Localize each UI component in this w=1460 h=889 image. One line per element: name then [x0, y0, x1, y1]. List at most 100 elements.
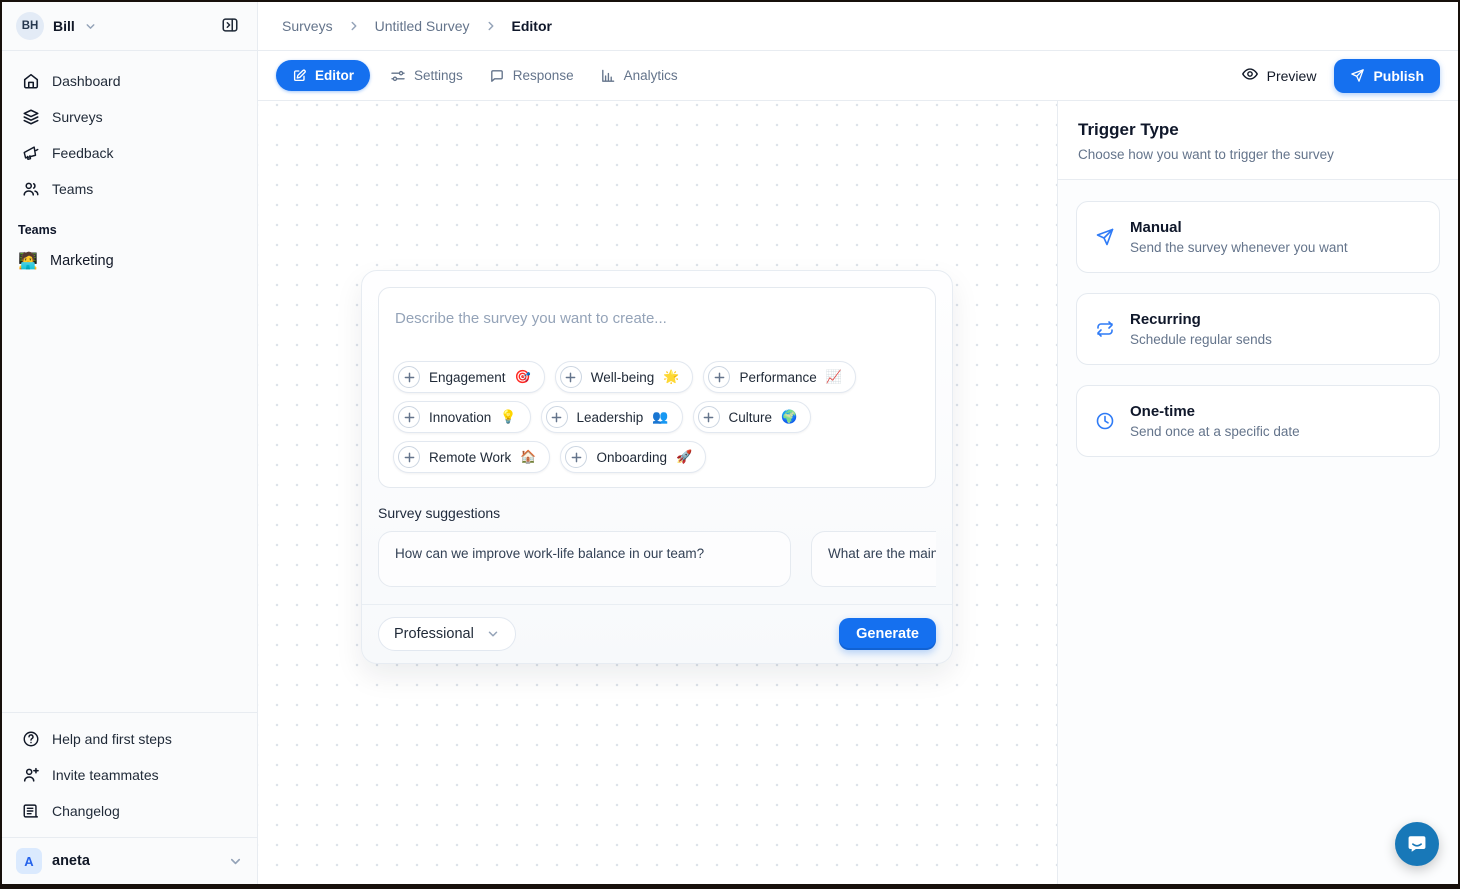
trigger-panel-header: Trigger Type Choose how you want to trig…: [1058, 101, 1458, 180]
sidebar-item-label: Help and first steps: [52, 731, 172, 747]
sidebar-item-label: Teams: [52, 181, 93, 197]
sidebar-item-surveys[interactable]: Surveys: [14, 101, 245, 133]
trigger-option-description: Schedule regular sends: [1130, 332, 1272, 347]
tab-label: Editor: [315, 68, 354, 83]
team-emoji-icon: 🧑‍💻: [18, 251, 38, 271]
topic-chip-leadership[interactable]: Leadership 👥: [541, 401, 683, 433]
sidebar-item-label: Changelog: [52, 803, 120, 819]
chip-emoji: 🏠: [520, 449, 536, 465]
chip-emoji: 🌍: [781, 409, 797, 425]
chip-emoji: 💡: [500, 409, 516, 425]
workspace-switcher[interactable]: BH Bill: [16, 12, 97, 40]
sidebar-item-label: Surveys: [52, 109, 103, 125]
chip-label: Remote Work: [429, 450, 511, 465]
chip-emoji: 🎯: [515, 369, 531, 385]
repeat-icon: [1095, 319, 1115, 339]
topic-chip-engagement[interactable]: Engagement 🎯: [393, 361, 545, 393]
changelog-icon: [22, 802, 40, 820]
tab-analytics[interactable]: Analytics: [600, 68, 678, 84]
generate-button[interactable]: Generate: [839, 618, 936, 650]
panel-collapse-icon: [221, 16, 239, 37]
sidebar-footer: Help and first steps Invite teammates Ch…: [2, 712, 257, 837]
publish-button[interactable]: Publish: [1334, 59, 1440, 93]
prompt-placeholder: Describe the survey you want to create..…: [393, 302, 921, 335]
suggestions-heading: Survey suggestions: [378, 505, 936, 521]
sidebar-item-label: Dashboard: [52, 73, 121, 89]
chip-emoji: 🚀: [676, 449, 692, 465]
bar-chart-icon: [600, 68, 616, 84]
sidebar-item-label: Feedback: [52, 145, 113, 161]
plus-icon: [398, 406, 420, 428]
tab-settings[interactable]: Settings: [390, 68, 463, 84]
survey-prompt-input[interactable]: Describe the survey you want to create..…: [378, 287, 936, 488]
chevron-right-icon: [347, 19, 361, 33]
trigger-option-manual[interactable]: Manual Send the survey whenever you want: [1076, 201, 1440, 273]
trigger-option-description: Send the survey whenever you want: [1130, 240, 1348, 255]
trigger-option-title: One-time: [1130, 403, 1300, 420]
sidebar-item-changelog[interactable]: Changelog: [14, 795, 245, 827]
plus-icon: [565, 446, 587, 468]
workspace-avatar: BH: [16, 12, 44, 40]
sidebar-item-invite[interactable]: Invite teammates: [14, 759, 245, 791]
sidebar-item-teams[interactable]: Teams: [14, 173, 245, 205]
topic-chip-performance[interactable]: Performance 📈: [703, 361, 855, 393]
tab-editor[interactable]: Editor: [276, 60, 370, 91]
chip-label: Well-being: [591, 370, 655, 385]
plus-icon: [708, 366, 730, 388]
chat-launcher-button[interactable]: [1395, 822, 1439, 866]
trigger-option-one-time[interactable]: One-time Send once at a specific date: [1076, 385, 1440, 457]
plus-icon: [398, 446, 420, 468]
clock-icon: [1095, 411, 1115, 431]
chevron-right-icon: [484, 19, 498, 33]
sidebar-header: BH Bill: [2, 2, 257, 51]
edit-icon: [292, 68, 307, 83]
editor-toolbar: Editor Settings Response: [258, 51, 1458, 101]
editor-canvas[interactable]: Describe the survey you want to create..…: [258, 101, 1057, 884]
topic-chip-remote-work[interactable]: Remote Work 🏠: [393, 441, 550, 473]
topic-chip-onboarding[interactable]: Onboarding 🚀: [560, 441, 706, 473]
trigger-option-title: Manual: [1130, 219, 1348, 236]
panel-title: Trigger Type: [1078, 120, 1438, 140]
account-avatar: A: [16, 848, 42, 874]
team-label: Marketing: [50, 253, 114, 269]
trigger-type-panel: Trigger Type Choose how you want to trig…: [1057, 101, 1458, 884]
account-menu[interactable]: A aneta: [2, 837, 257, 884]
preview-button[interactable]: Preview: [1241, 65, 1317, 86]
suggestion-card[interactable]: How can we improve work-life balance in …: [378, 531, 791, 587]
topic-chip-culture[interactable]: Culture 🌍: [693, 401, 812, 433]
composer-footer: Professional Generate: [362, 604, 952, 663]
sliders-icon: [390, 68, 406, 84]
trigger-option-recurring[interactable]: Recurring Schedule regular sends: [1076, 293, 1440, 365]
app-window: BH Bill Dashboard: [0, 0, 1460, 889]
chip-label: Innovation: [429, 410, 491, 425]
topic-chip-innovation[interactable]: Innovation 💡: [393, 401, 531, 433]
trigger-options: Manual Send the survey whenever you want…: [1058, 180, 1458, 478]
megaphone-icon: [22, 144, 40, 162]
panel-subtitle: Choose how you want to trigger the surve…: [1078, 147, 1438, 162]
plus-icon: [698, 406, 720, 428]
help-circle-icon: [22, 730, 40, 748]
breadcrumb-surveys[interactable]: Surveys: [282, 18, 333, 34]
sidebar-nav: Dashboard Surveys Feedback: [2, 51, 257, 209]
sidebar-item-feedback[interactable]: Feedback: [14, 137, 245, 169]
eye-icon: [1241, 65, 1259, 86]
breadcrumb-untitled-survey[interactable]: Untitled Survey: [375, 18, 470, 34]
sidebar-toggle-button[interactable]: [215, 11, 245, 41]
sidebar-item-help[interactable]: Help and first steps: [14, 723, 245, 755]
topic-chip-well-being[interactable]: Well-being 🌟: [555, 361, 694, 393]
chevron-down-icon: [228, 854, 243, 869]
plus-icon: [398, 366, 420, 388]
chip-label: Culture: [729, 410, 773, 425]
suggestion-card[interactable]: What are the main ob: [811, 531, 936, 587]
tone-select[interactable]: Professional: [378, 617, 516, 651]
teams-section-label: Teams: [2, 209, 257, 243]
trigger-option-description: Send once at a specific date: [1130, 424, 1300, 439]
sidebar-item-marketing[interactable]: 🧑‍💻 Marketing: [2, 243, 257, 279]
tab-response[interactable]: Response: [489, 68, 574, 84]
sidebar-item-dashboard[interactable]: Dashboard: [14, 65, 245, 97]
tab-label: Settings: [414, 68, 463, 83]
trigger-option-text: Recurring Schedule regular sends: [1130, 311, 1272, 347]
account-name: aneta: [52, 853, 90, 869]
chevron-down-icon: [486, 627, 500, 641]
workspace-name: Bill: [53, 18, 75, 34]
